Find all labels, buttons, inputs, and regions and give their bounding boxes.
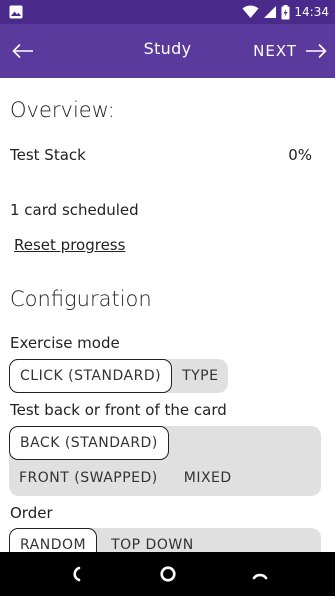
order-top-down[interactable]: TOP DOWN [97, 528, 204, 552]
side-selector: BACK (STANDARD) FRONT (SWAPPED) MIXED [9, 426, 321, 496]
configuration-heading: Configuration [10, 287, 152, 311]
stack-name: Test Stack [10, 146, 86, 164]
arrow-right-icon [306, 43, 327, 59]
status-time: 14:34 [294, 5, 329, 19]
nav-back-button[interactable] [55, 552, 95, 596]
overview-heading: Overview: [10, 98, 115, 122]
order-random[interactable]: RANDOM [9, 528, 98, 552]
stack-progress: 0% [288, 146, 312, 164]
scheduled-count: 1 card scheduled [10, 201, 139, 219]
wifi-icon [242, 5, 259, 18]
next-button-label: NEXT [253, 42, 297, 60]
side-mixed[interactable]: MIXED [168, 460, 242, 495]
battery-icon [281, 4, 290, 19]
exercise-mode-selector: CLICK (STANDARD) TYPE [9, 359, 229, 393]
reset-progress-link[interactable]: Reset progress [14, 236, 125, 254]
nav-home-icon [160, 566, 176, 582]
side-label: Test back or front of the card [10, 401, 227, 419]
nav-back-icon [73, 566, 81, 582]
nav-home-button[interactable] [148, 552, 188, 596]
order-selector: RANDOM TOP DOWN [9, 528, 321, 552]
side-front[interactable]: FRONT (SWAPPED) [9, 460, 168, 495]
exercise-mode-type[interactable]: TYPE [172, 359, 228, 393]
study-content: Overview: Test Stack 0% 1 card scheduled… [0, 78, 335, 552]
image-icon [9, 5, 23, 19]
signal-icon [264, 6, 277, 18]
exercise-mode-click[interactable]: CLICK (STANDARD) [9, 359, 173, 393]
status-bar: 14:34 [0, 0, 335, 24]
exercise-mode-label: Exercise mode [10, 334, 120, 352]
nav-recents-button[interactable] [240, 552, 280, 596]
nav-recents-icon [252, 573, 268, 580]
system-nav-bar [0, 552, 335, 596]
side-back[interactable]: BACK (STANDARD) [9, 426, 169, 460]
app-bar: Study NEXT [0, 24, 335, 78]
order-label: Order [10, 504, 53, 522]
next-button[interactable]: NEXT [253, 36, 327, 66]
